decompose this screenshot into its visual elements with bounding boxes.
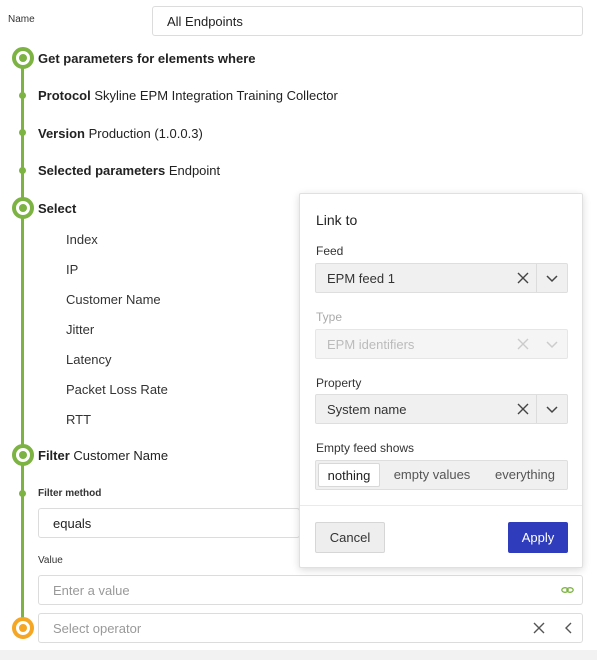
select-separator	[536, 395, 537, 423]
empty-feed-toggle: nothing empty values everything	[315, 460, 568, 490]
select-separator	[536, 264, 537, 292]
link-to-popup: Link to Feed EPM feed 1 Type EPM identif…	[299, 193, 583, 568]
step-select: Select	[38, 201, 77, 216]
name-label: Name	[8, 14, 35, 25]
select-item-jitter[interactable]: Jitter	[66, 322, 94, 337]
chevron-down-icon[interactable]	[546, 403, 558, 415]
select-item-packet-loss-rate[interactable]: Packet Loss Rate	[66, 382, 168, 397]
value-input[interactable]: Enter a value	[38, 575, 583, 605]
step-node-filter-method	[19, 490, 26, 497]
empty-option-everything[interactable]: everything	[484, 463, 566, 487]
bottom-bar	[0, 650, 597, 660]
close-icon	[517, 338, 529, 350]
step-node-operator	[12, 617, 34, 639]
value-placeholder: Enter a value	[53, 583, 130, 598]
value-label: Value	[38, 555, 63, 566]
step-node-version	[19, 129, 26, 136]
step-node-selected-parameters	[19, 167, 26, 174]
type-value: EPM identifiers	[327, 337, 415, 352]
feed-value: EPM feed 1	[327, 271, 395, 286]
popup-divider	[300, 505, 582, 506]
chevron-left-icon[interactable]	[564, 622, 572, 634]
feed-select[interactable]: EPM feed 1	[315, 263, 568, 293]
select-item-ip[interactable]: IP	[66, 262, 78, 277]
apply-button[interactable]: Apply	[508, 522, 568, 553]
step-version[interactable]: Version Production (1.0.0.3)	[38, 126, 203, 141]
close-icon[interactable]	[517, 403, 529, 415]
operator-select[interactable]: Select operator	[38, 613, 583, 643]
empty-feed-label: Empty feed shows	[316, 441, 415, 455]
cancel-button[interactable]: Cancel	[315, 522, 385, 553]
filter-method-value: equals	[53, 516, 92, 531]
step-selected-parameters[interactable]: Selected parameters Endpoint	[38, 163, 220, 178]
step-node-select	[12, 197, 34, 219]
chevron-down-icon	[546, 341, 558, 349]
step-protocol[interactable]: Protocol Skyline EPM Integration Trainin…	[38, 88, 338, 103]
popup-title: Link to	[316, 212, 358, 228]
select-item-index[interactable]: Index	[66, 232, 98, 247]
timeline-line	[21, 58, 24, 629]
operator-placeholder: Select operator	[53, 621, 142, 636]
select-item-customer-name[interactable]: Customer Name	[66, 292, 161, 307]
select-item-rtt[interactable]: RTT	[66, 412, 91, 427]
step-node-get-parameters	[12, 47, 34, 69]
step-node-protocol	[19, 92, 26, 99]
link-icon[interactable]	[561, 585, 574, 595]
step-get-parameters: Get parameters for elements where	[38, 51, 256, 66]
step-node-filter	[12, 444, 34, 466]
name-input[interactable]: All Endpoints	[152, 6, 583, 36]
filter-method-label: Filter method	[38, 488, 102, 499]
step-filter[interactable]: Filter Customer Name	[38, 448, 168, 463]
type-label: Type	[316, 310, 343, 324]
empty-option-nothing[interactable]: nothing	[318, 463, 380, 487]
chevron-down-icon[interactable]	[546, 272, 558, 284]
type-select: EPM identifiers	[315, 329, 568, 359]
property-label: Property	[316, 376, 362, 390]
feed-label: Feed	[316, 244, 344, 258]
select-item-latency[interactable]: Latency	[66, 352, 112, 367]
close-icon[interactable]	[517, 272, 529, 284]
filter-method-select[interactable]: equals	[38, 508, 300, 538]
empty-option-empty-values[interactable]: empty values	[384, 463, 480, 487]
close-icon[interactable]	[533, 622, 545, 634]
property-value: System name	[327, 402, 407, 417]
property-select[interactable]: System name	[315, 394, 568, 424]
